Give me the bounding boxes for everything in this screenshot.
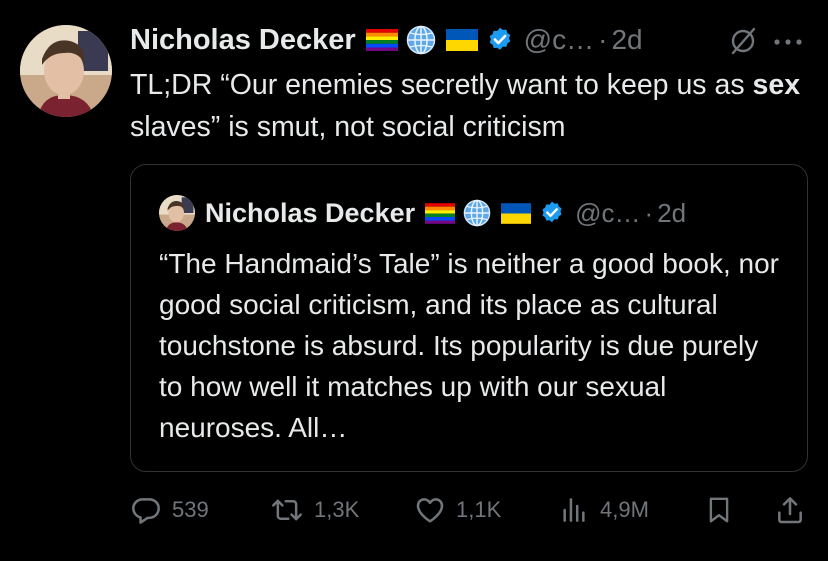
- quoted-tweet[interactable]: Nicholas Decker @c… · 2d “The Handmaid’s…: [130, 164, 808, 472]
- quoted-author-avatar: [159, 195, 195, 231]
- author-handle[interactable]: @c…: [524, 24, 594, 56]
- reply-button[interactable]: 539: [130, 490, 209, 530]
- rainbow-flag-icon: [365, 29, 398, 51]
- tweet-time[interactable]: 2d: [611, 24, 642, 56]
- like-count: 1,1K: [456, 497, 502, 522]
- quoted-tweet-text: “The Handmaid’s Tale” is neither a good …: [159, 248, 779, 443]
- quoted-tweet-time: 2d: [657, 197, 687, 228]
- views-count: 4,9M: [600, 497, 649, 522]
- verified-badge-icon[interactable]: [486, 26, 514, 54]
- action-bar: 539 1,3K 1,1K 4,9M: [130, 490, 810, 530]
- rainbow-flag-icon: [425, 202, 456, 224]
- like-button[interactable]: 1,1K: [414, 490, 501, 530]
- ukraine-flag-icon: [445, 29, 478, 51]
- reply-count: 539: [172, 497, 209, 522]
- views-icon: [558, 494, 590, 526]
- share-icon: [774, 494, 806, 526]
- globe-icon: [406, 25, 436, 55]
- bookmark-button[interactable]: [704, 490, 734, 530]
- grok-icon[interactable]: [728, 26, 758, 61]
- tweet-header: Nicholas Decker @c… · 2d: [130, 20, 643, 60]
- ukraine-flag-icon: [501, 202, 532, 224]
- tweet-text-part-2: slaves” is smut, not social criticism: [130, 111, 566, 143]
- heart-icon: [414, 494, 446, 526]
- quoted-tweet-header: Nicholas Decker @c… · 2d: [159, 193, 686, 233]
- bookmark-icon: [704, 494, 734, 526]
- views-button[interactable]: 4,9M: [558, 490, 649, 530]
- tweet-text-part-1: TL;DR “Our enemies secretly want to keep…: [130, 69, 753, 101]
- separator-dot: ·: [644, 197, 654, 228]
- verified-badge-icon: [539, 200, 565, 226]
- reply-icon: [130, 494, 162, 526]
- quoted-author-handle: @c…: [575, 197, 641, 228]
- author-avatar[interactable]: [20, 25, 112, 117]
- repost-count: 1,3K: [314, 497, 360, 522]
- share-button[interactable]: [774, 490, 806, 530]
- repost-button[interactable]: 1,3K: [270, 490, 359, 530]
- tweet-text: TL;DR “Our enemies secretly want to keep…: [130, 64, 810, 148]
- more-icon[interactable]: [772, 34, 804, 52]
- globe-icon: [463, 199, 491, 227]
- author-name[interactable]: Nicholas Decker: [130, 24, 356, 57]
- separator-dot: ·: [598, 24, 608, 55]
- quoted-author-name: Nicholas Decker: [205, 197, 416, 228]
- tweet-text-bold: sex: [752, 69, 801, 101]
- retweet-icon: [270, 494, 304, 526]
